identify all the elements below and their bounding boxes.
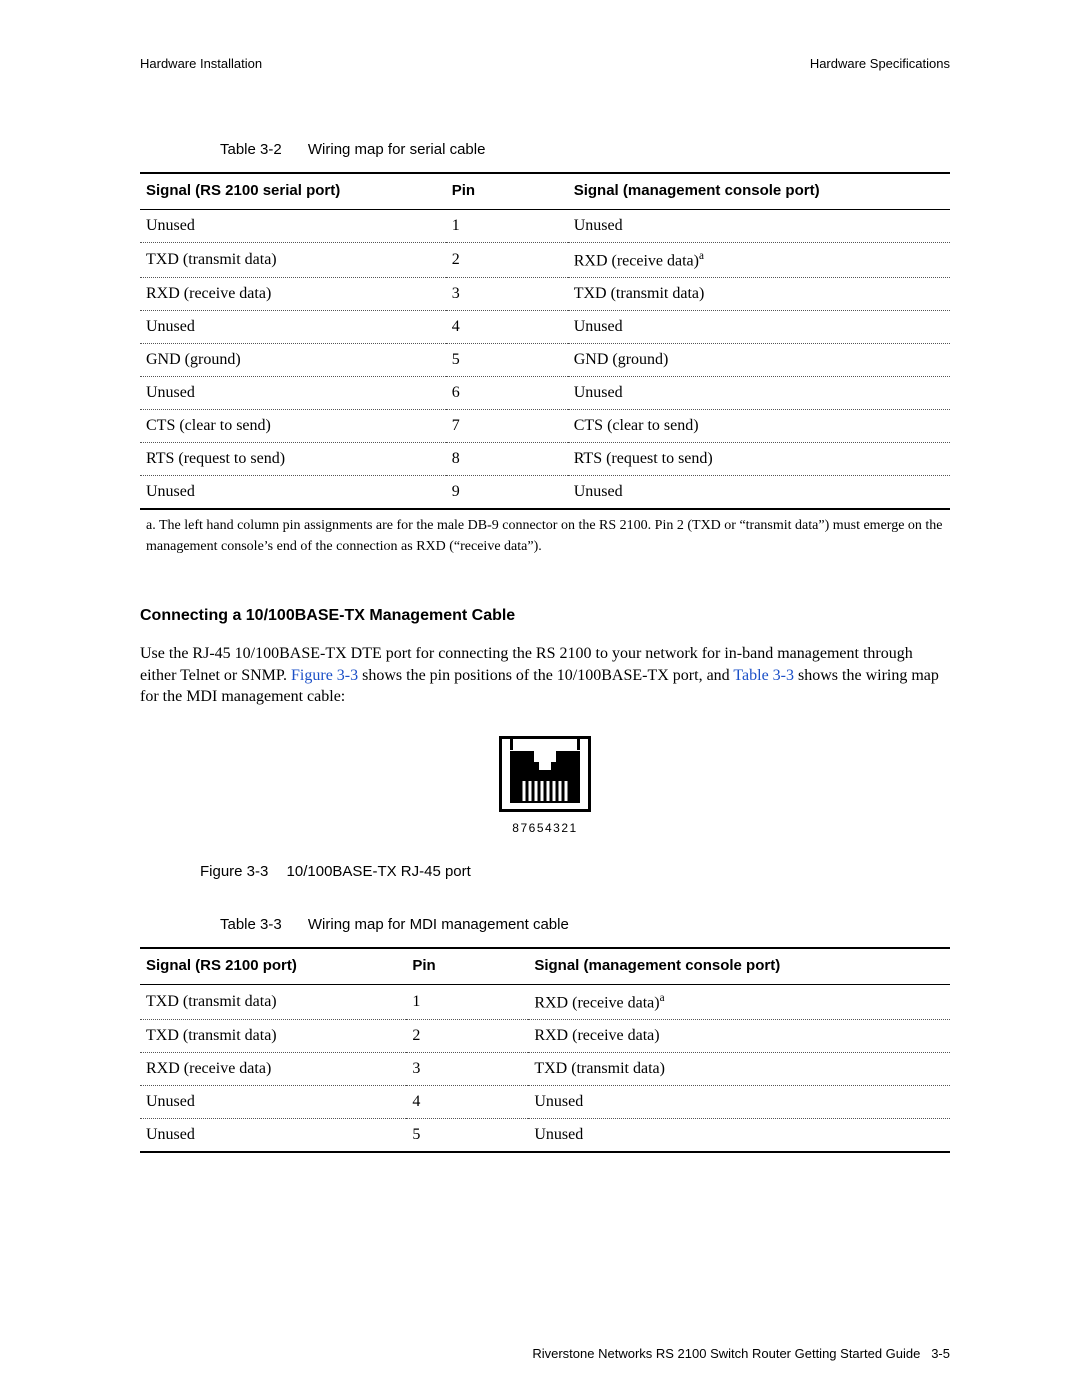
table-3-2-h0: Signal (RS 2100 serial port) (140, 173, 446, 210)
cell-signal-right: GND (ground) (568, 344, 950, 377)
cell-signal-left: TXD (transmit data) (140, 984, 406, 1019)
table-3-2-number: Table 3-2 (220, 141, 282, 158)
table-3-2-footnote: a. The left hand column pin assignments … (146, 516, 950, 557)
table-3-3-h0: Signal (RS 2100 port) (140, 948, 406, 985)
cell-signal-right: Unused (528, 1119, 950, 1153)
table-row: RXD (receive data)3TXD (transmit data) (140, 278, 950, 311)
table-3-3-caption: Table 3-3 Wiring map for MDI management … (220, 916, 950, 933)
running-header-right: Hardware Specifications (810, 56, 950, 71)
section-paragraph: Use the RJ-45 10/100BASE-TX DTE port for… (140, 643, 950, 708)
figure-3-3-title: 10/100BASE-TX RJ-45 port (287, 863, 471, 880)
cell-pin: 3 (446, 278, 568, 311)
cell-pin: 4 (446, 311, 568, 344)
cell-pin: 2 (446, 243, 568, 278)
cell-signal-right: TXD (transmit data) (528, 1053, 950, 1086)
cell-pin: 1 (406, 984, 528, 1019)
table-3-2-header-row: Signal (RS 2100 serial port) Pin Signal … (140, 173, 950, 210)
cell-signal-left: TXD (transmit data) (140, 1020, 406, 1053)
figure-3-3-number: Figure 3-3 (200, 863, 268, 880)
table-3-2-title: Wiring map for serial cable (308, 141, 486, 158)
cell-signal-left: Unused (140, 311, 446, 344)
cell-pin: 5 (406, 1119, 528, 1153)
cell-pin: 2 (406, 1020, 528, 1053)
section-para-mid: shows the pin positions of the 10/100BAS… (358, 667, 733, 684)
link-table-3-3[interactable]: Table 3-3 (733, 667, 794, 684)
page: Hardware Installation Hardware Specifica… (0, 0, 1080, 1397)
cell-signal-left: Unused (140, 1119, 406, 1153)
cell-pin: 5 (446, 344, 568, 377)
table-row: RTS (request to send)8RTS (request to se… (140, 443, 950, 476)
table-row: Unused1Unused (140, 210, 950, 243)
rj45-pin-labels: 87654321 (140, 821, 950, 835)
section-heading: Connecting a 10/100BASE-TX Management Ca… (140, 607, 950, 625)
table-row: CTS (clear to send)7CTS (clear to send) (140, 410, 950, 443)
cell-signal-right: Unused (568, 377, 950, 410)
cell-signal-right: Unused (568, 210, 950, 243)
table-3-2: Signal (RS 2100 serial port) Pin Signal … (140, 172, 950, 510)
table-row: TXD (transmit data)1RXD (receive data)a (140, 984, 950, 1019)
cell-signal-right: TXD (transmit data) (568, 278, 950, 311)
rj45-port-icon (499, 736, 591, 812)
footer-text: Riverstone Networks RS 2100 Switch Route… (532, 1346, 920, 1361)
cell-signal-right: RTS (request to send) (568, 443, 950, 476)
cell-signal-right: RXD (receive data)a (528, 984, 950, 1019)
cell-signal-left: Unused (140, 210, 446, 243)
table-3-2-h2: Signal (management console port) (568, 173, 950, 210)
cell-signal-right: RXD (receive data)a (568, 243, 950, 278)
cell-pin: 7 (446, 410, 568, 443)
cell-signal-left: Unused (140, 377, 446, 410)
table-3-2-caption: Table 3-2 Wiring map for serial cable (220, 141, 950, 158)
cell-signal-right: Unused (568, 311, 950, 344)
cell-pin: 1 (446, 210, 568, 243)
cell-signal-left: RXD (receive data) (140, 1053, 406, 1086)
link-figure-3-3[interactable]: Figure 3-3 (291, 667, 358, 684)
table-row: Unused4Unused (140, 1086, 950, 1119)
table-3-3-title: Wiring map for MDI management cable (308, 916, 569, 933)
table-3-3: Signal (RS 2100 port) Pin Signal (manage… (140, 947, 950, 1153)
table-row: TXD (transmit data)2RXD (receive data)a (140, 243, 950, 278)
footnote-ref: a (660, 992, 665, 1004)
cell-pin: 3 (406, 1053, 528, 1086)
table-row: Unused9Unused (140, 476, 950, 510)
table-3-2-h1: Pin (446, 173, 568, 210)
table-row: TXD (transmit data)2RXD (receive data) (140, 1020, 950, 1053)
cell-pin: 4 (406, 1086, 528, 1119)
table-row: GND (ground)5GND (ground) (140, 344, 950, 377)
table-3-3-number: Table 3-3 (220, 916, 282, 933)
cell-signal-left: TXD (transmit data) (140, 243, 446, 278)
cell-signal-left: RTS (request to send) (140, 443, 446, 476)
running-header-left: Hardware Installation (140, 56, 262, 71)
cell-signal-left: GND (ground) (140, 344, 446, 377)
cell-signal-right: RXD (receive data) (528, 1020, 950, 1053)
table-row: Unused6Unused (140, 377, 950, 410)
cell-signal-left: Unused (140, 476, 446, 510)
cell-signal-right: Unused (568, 476, 950, 510)
rj45-figure: 87654321 (140, 736, 950, 835)
cell-pin: 8 (446, 443, 568, 476)
figure-3-3-caption: Figure 3-3 10/100BASE-TX RJ-45 port (200, 863, 950, 880)
table-row: RXD (receive data)3TXD (transmit data) (140, 1053, 950, 1086)
page-footer: Riverstone Networks RS 2100 Switch Route… (532, 1346, 950, 1361)
cell-signal-right: CTS (clear to send) (568, 410, 950, 443)
table-3-3-h2: Signal (management console port) (528, 948, 950, 985)
table-3-3-h1: Pin (406, 948, 528, 985)
cell-signal-right: Unused (528, 1086, 950, 1119)
footer-page-number: 3-5 (931, 1346, 950, 1361)
footnote-ref: a (699, 250, 704, 262)
cell-pin: 9 (446, 476, 568, 510)
cell-signal-left: RXD (receive data) (140, 278, 446, 311)
table-3-3-header-row: Signal (RS 2100 port) Pin Signal (manage… (140, 948, 950, 985)
cell-signal-left: Unused (140, 1086, 406, 1119)
table-row: Unused4Unused (140, 311, 950, 344)
table-row: Unused5Unused (140, 1119, 950, 1153)
cell-pin: 6 (446, 377, 568, 410)
running-header: Hardware Installation Hardware Specifica… (140, 56, 950, 71)
cell-signal-left: CTS (clear to send) (140, 410, 446, 443)
